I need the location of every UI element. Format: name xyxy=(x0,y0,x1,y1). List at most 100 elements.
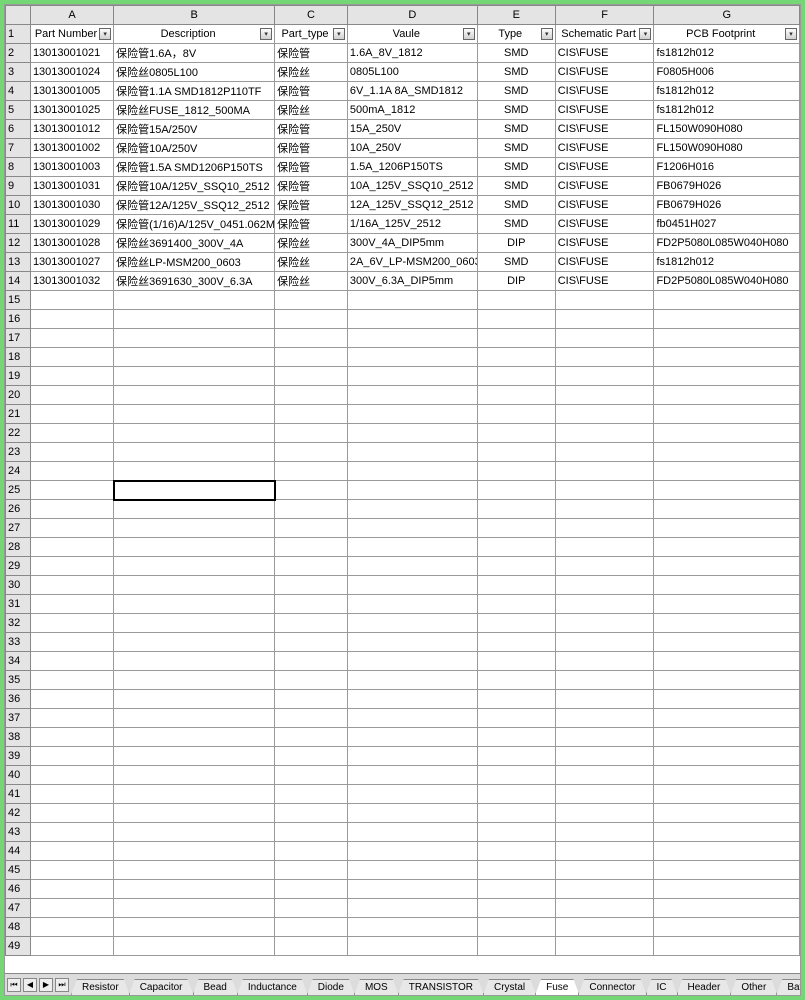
sheet-tab[interactable]: TRANSISTOR xyxy=(398,979,484,995)
row-header[interactable]: 27 xyxy=(6,519,31,538)
cell[interactable] xyxy=(477,937,555,956)
sheet-tab[interactable]: Diode xyxy=(307,979,355,995)
cell[interactable] xyxy=(30,405,113,424)
row-header[interactable]: 37 xyxy=(6,709,31,728)
row-header[interactable]: 22 xyxy=(6,424,31,443)
cell[interactable] xyxy=(275,500,348,519)
cell[interactable]: DIP xyxy=(477,234,555,253)
cell[interactable] xyxy=(347,842,477,861)
cell[interactable]: CIS\FUSE xyxy=(555,234,654,253)
cell[interactable]: 300V_6.3A_DIP5mm xyxy=(347,272,477,291)
cell[interactable]: CIS\FUSE xyxy=(555,215,654,234)
cell[interactable] xyxy=(114,291,275,310)
cell[interactable] xyxy=(114,424,275,443)
col-header-D[interactable]: D xyxy=(347,6,477,25)
cell[interactable]: FD2P5080L085W040H080 xyxy=(654,272,800,291)
tab-prev-button[interactable]: ◀ xyxy=(23,978,37,992)
row-header[interactable]: 32 xyxy=(6,614,31,633)
cell[interactable] xyxy=(347,310,477,329)
cell[interactable]: 保险丝3691400_300V_4A xyxy=(114,234,275,253)
filter-button[interactable]: ▾ xyxy=(541,28,553,40)
row-header[interactable]: 25 xyxy=(6,481,31,500)
cell[interactable] xyxy=(275,766,348,785)
row-header[interactable]: 23 xyxy=(6,443,31,462)
cell[interactable] xyxy=(30,709,113,728)
cell[interactable]: FB0679H026 xyxy=(654,177,800,196)
cell[interactable] xyxy=(477,633,555,652)
sheet-tab[interactable]: Inductance xyxy=(237,979,308,995)
cell[interactable]: 6V_1.1A 8A_SMD1812 xyxy=(347,82,477,101)
cell[interactable] xyxy=(347,880,477,899)
cell[interactable] xyxy=(30,424,113,443)
filter-button[interactable]: ▾ xyxy=(785,28,797,40)
cell[interactable]: SMD xyxy=(477,63,555,82)
cell[interactable] xyxy=(555,671,654,690)
cell[interactable]: 1.6A_8V_1812 xyxy=(347,44,477,63)
cell[interactable]: 1/16A_125V_2512 xyxy=(347,215,477,234)
cell[interactable] xyxy=(477,842,555,861)
cell[interactable] xyxy=(555,633,654,652)
row-header[interactable]: 16 xyxy=(6,310,31,329)
cell[interactable] xyxy=(654,310,800,329)
row-header[interactable]: 48 xyxy=(6,918,31,937)
cell[interactable]: SMD xyxy=(477,101,555,120)
cell[interactable] xyxy=(654,443,800,462)
cell[interactable] xyxy=(477,557,555,576)
cell[interactable]: FD2P5080L085W040H080 xyxy=(654,234,800,253)
cell[interactable]: FL150W090H080 xyxy=(654,139,800,158)
row-header[interactable]: 26 xyxy=(6,500,31,519)
cell[interactable] xyxy=(114,899,275,918)
cell[interactable]: CIS\FUSE xyxy=(555,139,654,158)
cell[interactable] xyxy=(347,367,477,386)
cell[interactable]: 13013001012 xyxy=(30,120,113,139)
cell[interactable] xyxy=(477,291,555,310)
cell[interactable] xyxy=(275,291,348,310)
cell[interactable] xyxy=(477,880,555,899)
cell[interactable]: SMD xyxy=(477,120,555,139)
cell[interactable] xyxy=(555,443,654,462)
cell[interactable] xyxy=(477,899,555,918)
cell[interactable] xyxy=(555,310,654,329)
cell[interactable] xyxy=(114,500,275,519)
row-header[interactable]: 30 xyxy=(6,576,31,595)
cell[interactable]: SMD xyxy=(477,139,555,158)
cell[interactable] xyxy=(477,443,555,462)
cell[interactable] xyxy=(477,614,555,633)
filter-button[interactable]: ▾ xyxy=(463,28,475,40)
cell[interactable] xyxy=(347,500,477,519)
cell[interactable]: fs1812h012 xyxy=(654,101,800,120)
cell[interactable] xyxy=(555,918,654,937)
cell[interactable] xyxy=(275,861,348,880)
cell[interactable] xyxy=(114,823,275,842)
row-header[interactable]: 33 xyxy=(6,633,31,652)
cell[interactable] xyxy=(654,880,800,899)
cell[interactable] xyxy=(477,671,555,690)
cell[interactable] xyxy=(477,766,555,785)
row-header[interactable]: 7 xyxy=(6,139,31,158)
cell[interactable] xyxy=(347,747,477,766)
cell[interactable]: FL150W090H080 xyxy=(654,120,800,139)
cell[interactable] xyxy=(654,367,800,386)
cell[interactable]: SMD xyxy=(477,44,555,63)
cell[interactable] xyxy=(347,823,477,842)
cell[interactable] xyxy=(654,519,800,538)
cell[interactable]: 保险管 xyxy=(275,120,348,139)
col-header-C[interactable]: C xyxy=(275,6,348,25)
cell[interactable]: SMD xyxy=(477,82,555,101)
cell[interactable] xyxy=(114,367,275,386)
cell[interactable] xyxy=(114,842,275,861)
cell[interactable] xyxy=(30,690,113,709)
cell[interactable] xyxy=(30,595,113,614)
cell[interactable]: 保险管(1/16)A/125V_0451.062MRL_2512 xyxy=(114,215,275,234)
row-header[interactable]: 14 xyxy=(6,272,31,291)
cell[interactable] xyxy=(114,918,275,937)
sheet-tab[interactable]: Resistor xyxy=(71,979,130,995)
cell[interactable]: 保险丝 xyxy=(275,272,348,291)
cell[interactable] xyxy=(114,405,275,424)
cell[interactable]: FB0679H026 xyxy=(654,196,800,215)
cell[interactable] xyxy=(114,386,275,405)
row-header[interactable]: 43 xyxy=(6,823,31,842)
cell[interactable] xyxy=(275,614,348,633)
cell[interactable] xyxy=(30,519,113,538)
cell[interactable] xyxy=(477,576,555,595)
